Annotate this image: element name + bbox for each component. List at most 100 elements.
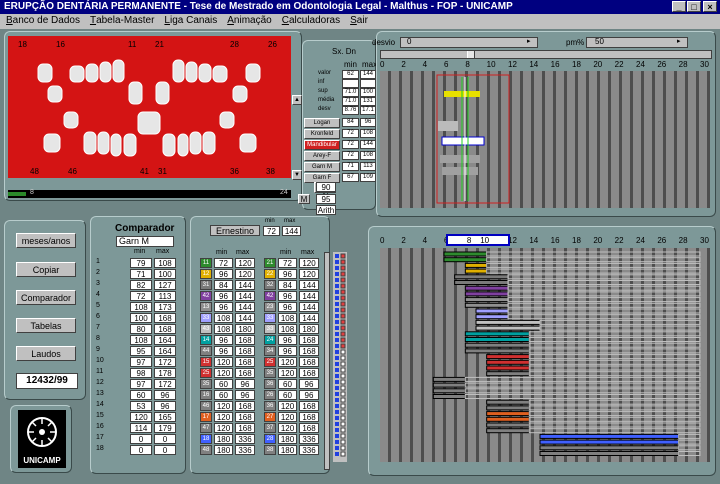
ernestino-min[interactable]: 180 — [214, 445, 233, 455]
tabelas-button[interactable]: Tabelas — [16, 318, 76, 333]
comparador-max[interactable]: 172 — [154, 357, 176, 367]
ernestino-min[interactable]: 96 — [214, 269, 233, 279]
ernestino-min[interactable]: 96 — [278, 302, 297, 312]
close-button[interactable]: × — [703, 1, 717, 12]
ernestino-min[interactable]: 120 — [214, 368, 233, 378]
ernestino-min[interactable]: 72 — [278, 258, 297, 268]
ernestino-max[interactable]: 96 — [299, 379, 319, 389]
ernestino-min[interactable]: 180 — [278, 445, 297, 455]
ernestino-max[interactable]: 96 — [299, 390, 319, 400]
scroll-down-arrow[interactable]: ▼ — [292, 170, 302, 180]
menu-item[interactable]: Liga Canais — [158, 14, 221, 26]
ernestino-min[interactable]: 60 — [278, 379, 297, 389]
ernestino-min[interactable]: 180 — [278, 434, 297, 444]
comparador-max[interactable]: 0 — [154, 445, 176, 455]
ernestino-max[interactable]: 168 — [235, 346, 255, 356]
ernestino-min[interactable]: 96 — [278, 291, 297, 301]
ernestino-max[interactable]: 336 — [299, 434, 319, 444]
ernestino-min[interactable]: 180 — [214, 434, 233, 444]
ernestino-max[interactable]: 168 — [299, 357, 319, 367]
comparador-max[interactable]: 164 — [154, 335, 176, 345]
ernestino-max[interactable]: 168 — [235, 368, 255, 378]
ernestino-max[interactable]: 144 — [299, 291, 319, 301]
ernestino-min[interactable]: 108 — [278, 313, 297, 323]
age-range-box[interactable]: 8 10 — [446, 234, 510, 246]
comparador-min[interactable]: 97 — [130, 357, 152, 367]
comparador-max[interactable]: 127 — [154, 280, 176, 290]
menu-item[interactable]: Calculadoras — [276, 14, 344, 26]
comparador-max[interactable]: 178 — [154, 368, 176, 378]
method-button[interactable]: Kronfeld — [304, 129, 340, 139]
ernestino-max[interactable]: 168 — [235, 412, 255, 422]
ernestino-max[interactable]: 168 — [299, 368, 319, 378]
ernestino-max[interactable]: 168 — [235, 401, 255, 411]
comparador-min[interactable]: 0 — [130, 445, 152, 455]
ernestino-min[interactable]: 60 — [214, 390, 233, 400]
dental-chart[interactable]: 18 16 11 21 28 26 48 46 41 31 36 38 — [8, 36, 291, 178]
case-id-field[interactable]: 12432/99 — [16, 373, 78, 389]
ernestino-min[interactable]: 96 — [214, 302, 233, 312]
ernestino-max[interactable]: 144 — [299, 280, 319, 290]
top-chart-scrollbar[interactable] — [380, 50, 712, 59]
ernestino-min[interactable]: 72 — [214, 258, 233, 268]
comparador-max[interactable]: 113 — [154, 291, 176, 301]
ernestino-max[interactable]: 180 — [235, 324, 255, 334]
ernestino-min[interactable]: 60 — [214, 379, 233, 389]
ernestino-max[interactable]: 96 — [235, 379, 255, 389]
comparador-min[interactable]: 79 — [130, 258, 152, 268]
comparador-max[interactable]: 0 — [154, 434, 176, 444]
ernestino-max[interactable]: 336 — [235, 434, 255, 444]
menu-item[interactable]: Banco de Dados — [0, 14, 84, 26]
ernestino-max[interactable]: 336 — [299, 445, 319, 455]
comparador-select[interactable]: Garn M — [116, 236, 174, 247]
ernestino-max[interactable]: 168 — [235, 423, 255, 433]
comparador-max[interactable]: 100 — [154, 269, 176, 279]
ernestino-min[interactable]: 120 — [278, 357, 297, 367]
ernestino-min[interactable]: 108 — [214, 324, 233, 334]
ernestino-min[interactable]: 120 — [214, 423, 233, 433]
comparador-min[interactable]: 60 — [130, 390, 152, 400]
menu-item[interactable]: Animação — [221, 14, 275, 26]
ernestino-max[interactable]: 168 — [299, 346, 319, 356]
ernestino-max[interactable]: 144 — [235, 280, 255, 290]
ernestino-min[interactable]: 120 — [214, 357, 233, 367]
method-button[interactable]: Mandibular — [304, 140, 340, 150]
comparador-min[interactable]: 53 — [130, 401, 152, 411]
comparador-max[interactable]: 165 — [154, 412, 176, 422]
ernestino-max[interactable]: 168 — [235, 357, 255, 367]
comparador-min[interactable]: 71 — [130, 269, 152, 279]
comparador-max[interactable]: 173 — [154, 302, 176, 312]
comparador-max[interactable]: 108 — [154, 258, 176, 268]
age-progress-bar[interactable]: 8 24 — [8, 189, 291, 198]
ernestino-min[interactable]: 96 — [214, 346, 233, 356]
comparador-button[interactable]: Comparador — [16, 290, 76, 305]
method-button[interactable]: Arey-F — [304, 151, 340, 161]
ernestino-select[interactable]: Ernestino — [210, 225, 260, 236]
desvio-slider[interactable]: 0 ▸ — [400, 37, 538, 48]
comparador-max[interactable]: 96 — [154, 401, 176, 411]
ernestino-max[interactable]: 120 — [299, 258, 319, 268]
ernestino-scrollbar[interactable] — [324, 252, 330, 470]
ernestino-min[interactable]: 120 — [214, 401, 233, 411]
ernestino-max[interactable]: 120 — [235, 269, 255, 279]
ernestino-min[interactable]: 120 — [214, 412, 233, 422]
ernestino-min[interactable]: 108 — [278, 324, 297, 334]
scrollbar-thumb[interactable] — [467, 51, 475, 58]
comparador-min[interactable]: 108 — [130, 335, 152, 345]
scroll-up-arrow[interactable]: ▲ — [292, 95, 302, 105]
ernestino-min[interactable]: 108 — [214, 313, 233, 323]
ernestino-max[interactable]: 120 — [299, 269, 319, 279]
copiar-button[interactable]: Copiar — [16, 262, 76, 277]
menu-item[interactable]: Tabela-Master — [84, 14, 158, 26]
sex-m-button[interactable]: M — [298, 194, 310, 204]
ernestino-min[interactable]: 96 — [278, 335, 297, 345]
laudos-button[interactable]: Laudos — [16, 346, 76, 361]
comparador-min[interactable]: 100 — [130, 313, 152, 323]
ernestino-min[interactable]: 84 — [278, 280, 297, 290]
ernestino-max[interactable]: 144 — [299, 302, 319, 312]
comparador-max[interactable]: 168 — [154, 324, 176, 334]
ernestino-min[interactable]: 96 — [214, 335, 233, 345]
comparador-min[interactable]: 72 — [130, 291, 152, 301]
ernestino-max[interactable]: 336 — [235, 445, 255, 455]
ernestino-min[interactable]: 120 — [278, 368, 297, 378]
